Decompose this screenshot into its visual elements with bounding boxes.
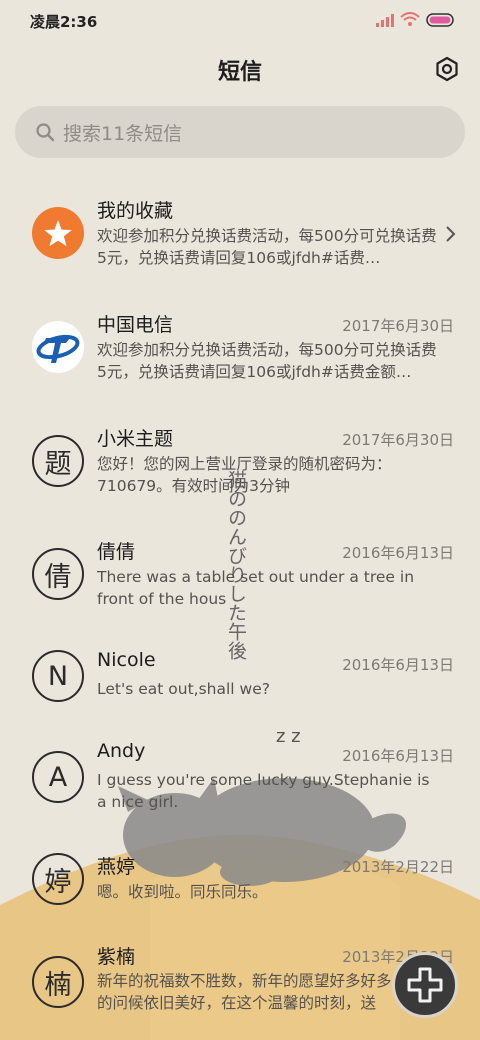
conversation-name: 紫楠: [97, 946, 136, 968]
battery-icon: [426, 12, 454, 27]
conversation-date: 2017年6月30日: [342, 431, 454, 449]
conversation-preview: I guess you're some lucky guy.Stephanie …: [97, 771, 430, 811]
conversation-preview: 欢迎参加积分兑换话费活动，每500分可兑换话费5元，兑换话费请回复106或jfd…: [97, 341, 437, 381]
status-icons: [376, 12, 456, 27]
china-telecom-logo-icon: [36, 334, 80, 363]
settings-icon[interactable]: [434, 56, 460, 82]
conversation-name: 倩倩: [97, 541, 136, 563]
compose-button[interactable]: [392, 952, 458, 1018]
search-bar[interactable]: 搜索11条短信: [15, 106, 465, 158]
conversation-name: 燕婷: [97, 856, 136, 878]
wifi-icon: [400, 12, 420, 26]
status-bar: 凌晨2:36: [0, 0, 480, 40]
search-input[interactable]: 搜索11条短信: [63, 119, 182, 146]
conversation-date: 2016年6月13日: [342, 656, 454, 674]
conversation-name: Andy: [97, 740, 146, 762]
avatar: 楠: [32, 956, 84, 1008]
conversation-name: 我的收藏: [97, 200, 174, 222]
conversation-preview: 嗯。收到啦。同乐同乐。: [97, 883, 268, 901]
conversation-row-favorites[interactable]: 我的收藏 欢迎参加积分兑换话费活动，每500分可兑换话费5元，兑换话费请回复10…: [0, 180, 480, 288]
conversation-date: 2016年6月13日: [342, 544, 454, 562]
plus-icon: [407, 967, 443, 1003]
conversation-preview: 您好！您的网上营业厅登录的随机密码为：710679。有效时间为3分钟: [97, 455, 392, 495]
avatar: 婷: [32, 853, 84, 905]
conversation-date: 2013年2月22日: [342, 858, 454, 876]
conversation-preview: Let's eat out,shall we?: [97, 680, 270, 698]
conversation-preview: 欢迎参加积分兑换话费活动，每500分可兑换话费5元，兑换话费请回复106或jfd…: [97, 227, 437, 267]
star-icon: [44, 220, 72, 247]
search-icon: [36, 123, 55, 142]
conversation-name: 小米主题: [97, 428, 174, 450]
conversation-preview: 新年的祝福数不胜数，新年的愿望好多好多，新年的问候依旧美好，在这个温馨的时刻，送: [97, 972, 439, 1012]
conversation-row-yanting[interactable]: 婷 燕婷 2013年2月22日 嗯。收到啦。同乐同乐。: [0, 835, 480, 943]
page-title: 短信: [217, 60, 262, 85]
avatar: A: [32, 751, 84, 803]
favorites-avatar: [32, 207, 84, 259]
avatar: N: [32, 650, 84, 702]
avatar: 倩: [32, 548, 84, 600]
chevron-right-icon: [446, 226, 456, 242]
conversation-name: 中国电信: [97, 314, 174, 336]
conversation-row-mi-theme[interactable]: 题 小米主题 2017年6月30日 您好！您的网上营业厅登录的随机密码为：710…: [0, 408, 480, 516]
conversation-date: 2016年6月13日: [342, 747, 454, 765]
status-time: 凌晨2:36: [30, 13, 98, 31]
telecom-avatar: [32, 321, 84, 373]
signal-icon: [376, 13, 394, 27]
conversation-preview: There was a table set out under a tree i…: [97, 568, 415, 608]
avatar: 题: [32, 435, 84, 487]
conversation-row-qianqian[interactable]: 倩 倩倩 2016年6月13日 There was a table set ou…: [0, 521, 480, 629]
conversation-row-telecom[interactable]: 中国电信 2017年6月30日 欢迎参加积分兑换话费活动，每500分可兑换话费5…: [0, 294, 480, 402]
conversation-row-andy[interactable]: A Andy 2016年6月13日 I guess you're some lu…: [0, 725, 480, 833]
conversation-name: Nicole: [97, 649, 156, 671]
conversation-date: 2017年6月30日: [342, 317, 454, 335]
